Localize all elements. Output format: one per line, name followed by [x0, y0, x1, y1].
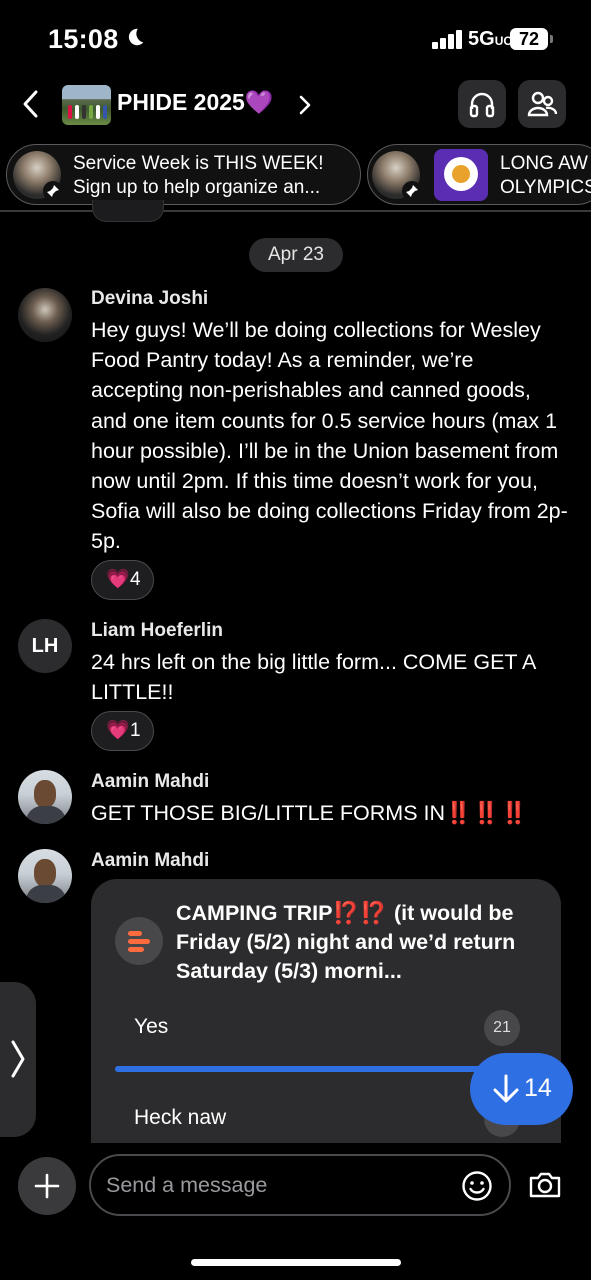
message-text: Hey guys! We’ll be doing collections for…: [91, 318, 568, 554]
pinned-messages: Service Week is THIS WEEK! Sign up to he…: [0, 144, 591, 206]
pin-icon: [43, 181, 63, 201]
pinned-text-line2: Sign up to help organize an...: [73, 177, 321, 198]
avatar[interactable]: [18, 770, 72, 824]
moon-icon: [128, 28, 144, 46]
camera-icon[interactable]: [527, 1167, 563, 1203]
message-text: GET THOSE BIG/LITTLE FORMS IN‼️‼️‼️: [91, 801, 529, 825]
poll-icon: [115, 917, 163, 965]
poll-option-yes[interactable]: Yes: [134, 1015, 168, 1039]
vote-count: 21: [484, 1010, 520, 1046]
sender-name[interactable]: Aamin Mahdi: [91, 771, 209, 793]
pinned-item[interactable]: Service Week is THIS WEEK! Sign up to he…: [6, 144, 361, 205]
jump-to-latest-button[interactable]: 14: [470, 1053, 573, 1125]
group-avatar[interactable]: [62, 85, 111, 125]
back-icon[interactable]: [16, 84, 46, 124]
chevron-right-icon[interactable]: [298, 94, 312, 116]
people-icon: [527, 91, 557, 117]
page-title[interactable]: PHIDE 2025💜: [117, 89, 274, 116]
battery-icon: 72: [510, 28, 553, 50]
poll-question: CAMPING TRIP⁉️⁉️ (it would be Friday (5/…: [176, 901, 516, 983]
emoji-icon[interactable]: [461, 1170, 493, 1202]
arrow-down-icon: [493, 1074, 519, 1103]
add-attachment-button[interactable]: [18, 1157, 76, 1215]
pinned-text-line1: Service Week is THIS WEEK!: [73, 153, 324, 174]
headphones-icon: [469, 92, 495, 118]
reaction-badge[interactable]: 💗1: [91, 711, 154, 751]
date-separator: Apr 23: [249, 238, 343, 272]
olympics-logo: [434, 149, 488, 201]
pin-icon: [402, 181, 422, 201]
message-composer: [0, 1143, 591, 1280]
divider: [0, 210, 591, 212]
sender-name[interactable]: Liam Hoeferlin: [91, 620, 223, 642]
message-input-box[interactable]: [89, 1154, 511, 1216]
heart-icon: 💗: [106, 720, 130, 741]
avatar[interactable]: LH: [18, 619, 72, 673]
poll-option-no[interactable]: Heck naw: [134, 1106, 226, 1130]
home-indicator: [191, 1259, 401, 1266]
pinned-text-line2: OLYMPICS: [500, 177, 591, 198]
emphasis-emoji: ‼️‼️‼️: [445, 801, 529, 825]
sender-name[interactable]: Devina Joshi: [91, 288, 208, 310]
signal-icon: [432, 29, 464, 49]
avatar[interactable]: [18, 288, 72, 342]
status-bar: 15:08 5GUC 72: [0, 0, 591, 76]
avatar[interactable]: [18, 849, 72, 903]
previous-reaction-peek: [92, 200, 164, 222]
members-button[interactable]: [518, 80, 566, 128]
heart-icon: 💗: [106, 569, 130, 590]
unread-count: 14: [524, 1074, 552, 1102]
sender-name[interactable]: Aamin Mahdi: [91, 850, 209, 872]
vote-bar: [115, 1066, 525, 1072]
side-drawer-handle[interactable]: [0, 982, 36, 1137]
plus-icon: [34, 1173, 60, 1199]
message-input[interactable]: [106, 1170, 446, 1200]
reaction-badge[interactable]: 💗4: [91, 560, 154, 600]
pinned-item[interactable]: LONG AW OLYMPICS: [367, 144, 591, 205]
chat-header: PHIDE 2025💜: [0, 76, 591, 136]
chevron-right-icon: [11, 1040, 25, 1078]
network-label: 5GUC: [468, 28, 513, 50]
clock: 15:08: [48, 24, 119, 54]
audio-call-button[interactable]: [458, 80, 506, 128]
message-text: 24 hrs left on the big little form... CO…: [91, 650, 536, 705]
pinned-text-line1: LONG AW: [500, 153, 588, 174]
